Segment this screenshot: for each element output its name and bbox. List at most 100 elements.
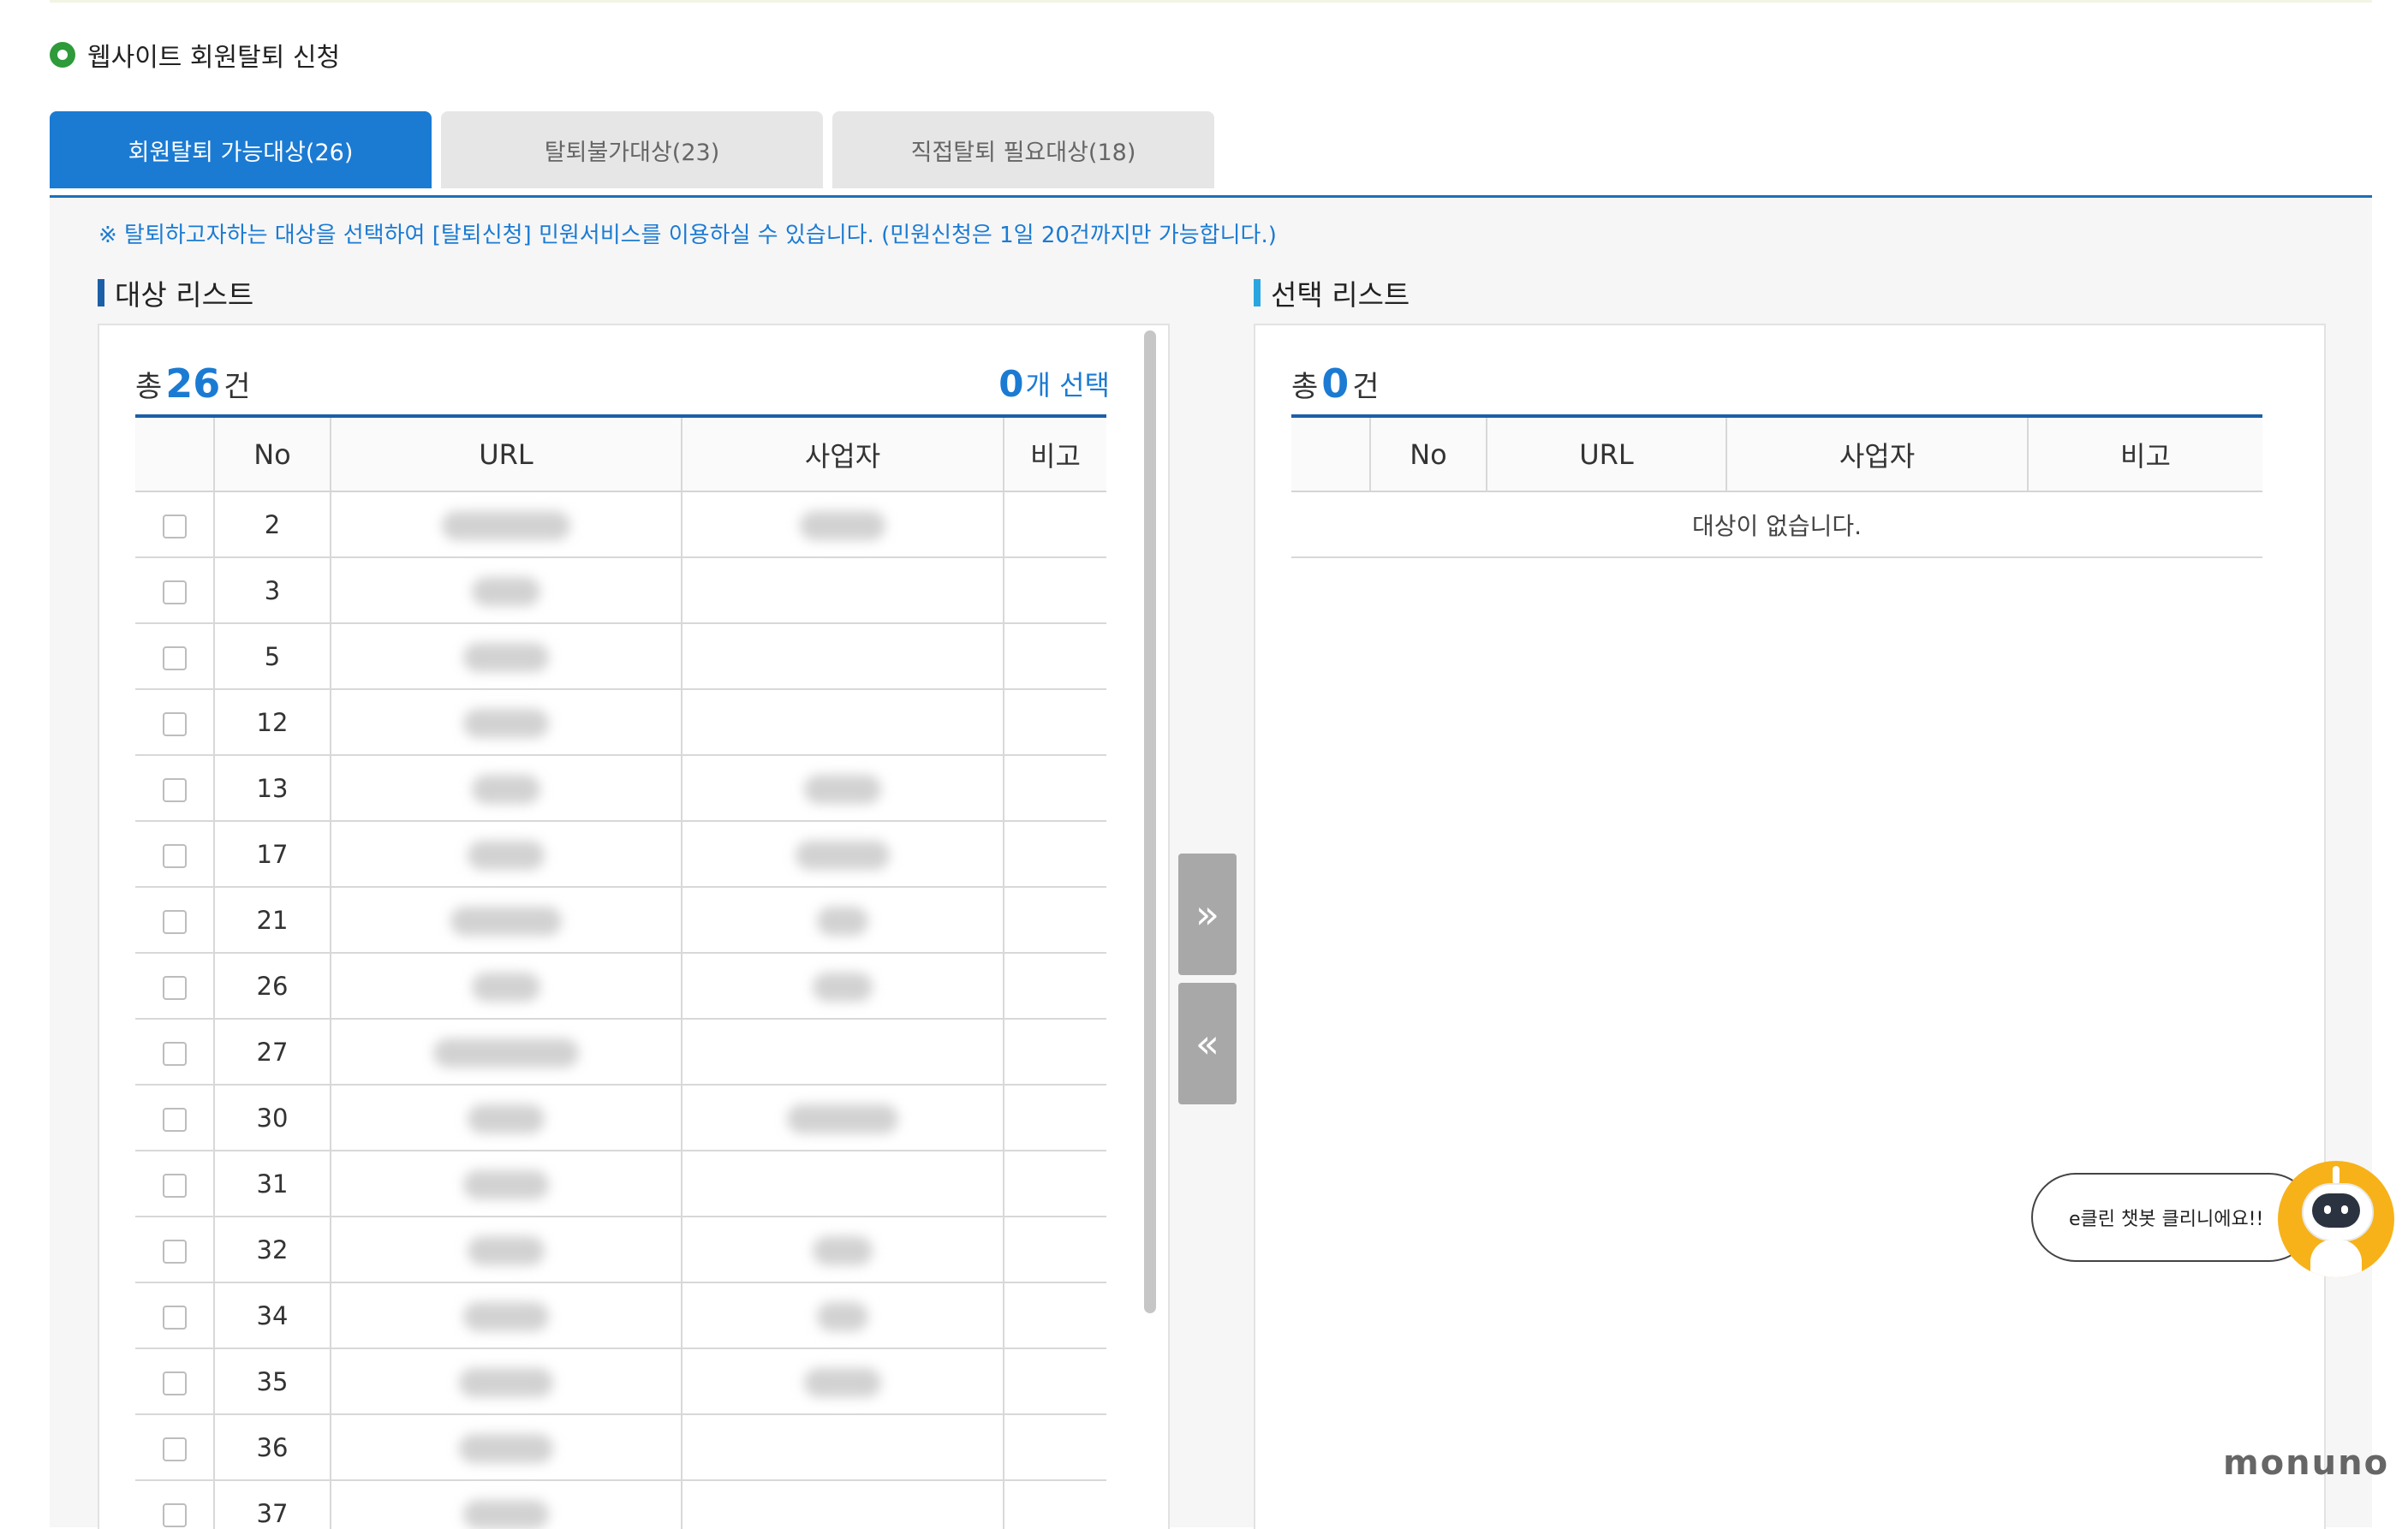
- row-company: [681, 1414, 1004, 1481]
- table-row[interactable]: 26: [135, 953, 1106, 1020]
- total-count: 26: [165, 360, 221, 407]
- row-checkbox-cell: [135, 953, 214, 1020]
- row-no: 32: [213, 1217, 331, 1283]
- row-checkbox[interactable]: [162, 909, 187, 934]
- table-header-row: No URL 사업자 비고: [1291, 414, 2262, 492]
- redacted-url: [463, 708, 549, 738]
- robot-icon[interactable]: [2278, 1161, 2394, 1277]
- redacted-company: [800, 510, 885, 540]
- move-left-button[interactable]: «: [1178, 983, 1237, 1104]
- col-note[interactable]: 비고: [2027, 414, 2262, 492]
- row-note: [1003, 1282, 1106, 1349]
- row-url: [330, 821, 682, 888]
- scrollbar-thumb[interactable]: [1144, 330, 1156, 1313]
- col-no[interactable]: No: [1369, 414, 1487, 492]
- row-url: [330, 1348, 682, 1415]
- row-note: [1003, 755, 1106, 822]
- row-company: [681, 1480, 1004, 1529]
- row-checkbox-cell: [135, 623, 214, 690]
- row-url: [330, 1282, 682, 1349]
- target-table: No URL 사업자 비고 2 3 5 12 13 17 21 26 27 30 31 32 34 35 3…: [135, 414, 1106, 1529]
- row-checkbox-cell: [135, 1414, 214, 1481]
- redacted-url: [450, 906, 562, 936]
- row-url: [330, 623, 682, 690]
- col-url[interactable]: URL: [1486, 414, 1726, 492]
- row-checkbox[interactable]: [162, 1173, 187, 1198]
- row-note: [1003, 821, 1106, 888]
- row-checkbox[interactable]: [162, 1502, 187, 1527]
- row-company: [681, 953, 1004, 1020]
- table-row[interactable]: 2: [135, 491, 1106, 558]
- row-checkbox[interactable]: [162, 843, 187, 868]
- table-row[interactable]: 27: [135, 1019, 1106, 1086]
- row-checkbox-cell: [135, 491, 214, 558]
- selected-list-heading: 선택 리스트: [1254, 272, 1410, 313]
- row-checkbox[interactable]: [162, 777, 187, 802]
- row-checkbox[interactable]: [162, 1239, 187, 1264]
- target-list-title: 대상 리스트: [115, 278, 254, 312]
- col-url[interactable]: URL: [330, 414, 682, 492]
- page-header: 웹사이트 회원탈퇴 신청: [50, 38, 341, 73]
- row-checkbox[interactable]: [162, 1305, 187, 1330]
- row-checkbox[interactable]: [162, 646, 187, 670]
- redacted-url: [468, 1104, 545, 1133]
- redacted-url: [463, 1169, 549, 1199]
- row-checkbox-cell: [135, 821, 214, 888]
- selected-number: 0: [998, 362, 1024, 405]
- move-right-button[interactable]: »: [1178, 854, 1237, 975]
- row-company: [681, 1348, 1004, 1415]
- table-row[interactable]: 3: [135, 557, 1106, 624]
- row-company: [681, 1019, 1004, 1086]
- row-no: 37: [213, 1480, 331, 1529]
- row-checkbox[interactable]: [162, 1371, 187, 1395]
- chatbot-bubble[interactable]: e클린 챗봇 클리니에요!!: [2031, 1173, 2314, 1262]
- redacted-company: [813, 1235, 873, 1265]
- col-company[interactable]: 사업자: [1726, 414, 2028, 492]
- table-row[interactable]: 5: [135, 623, 1106, 690]
- row-url: [330, 887, 682, 954]
- table-row[interactable]: 37: [135, 1480, 1106, 1529]
- table-row[interactable]: 13: [135, 755, 1106, 822]
- redacted-url: [442, 510, 570, 540]
- row-no: 34: [213, 1282, 331, 1349]
- row-checkbox-cell: [135, 689, 214, 756]
- page-title: 웹사이트 회원탈퇴 신청: [87, 43, 341, 73]
- redacted-company: [813, 972, 873, 1002]
- row-note: [1003, 1414, 1106, 1481]
- table-row[interactable]: 35: [135, 1348, 1106, 1415]
- row-checkbox[interactable]: [162, 1437, 187, 1461]
- table-row[interactable]: 30: [135, 1085, 1106, 1151]
- row-company: [681, 623, 1004, 690]
- row-checkbox[interactable]: [162, 580, 187, 604]
- row-no: 2: [213, 491, 331, 558]
- tab-withdrawable[interactable]: 회원탈퇴 가능대상(26): [50, 111, 432, 188]
- table-row[interactable]: 31: [135, 1151, 1106, 1217]
- tab-not-withdrawable[interactable]: 탈퇴불가대상(23): [441, 111, 823, 188]
- row-company: [681, 689, 1004, 756]
- table-row[interactable]: 34: [135, 1282, 1106, 1349]
- table-row[interactable]: 36: [135, 1414, 1106, 1481]
- table-header-row: No URL 사업자 비고: [135, 414, 1106, 492]
- row-checkbox[interactable]: [162, 1041, 187, 1066]
- col-note[interactable]: 비고: [1003, 414, 1106, 492]
- table-row[interactable]: 32: [135, 1217, 1106, 1283]
- table-row[interactable]: 17: [135, 821, 1106, 888]
- row-checkbox[interactable]: [162, 711, 187, 736]
- redacted-url: [463, 1301, 549, 1331]
- row-company: [681, 1282, 1004, 1349]
- row-url: [330, 1217, 682, 1283]
- table-row[interactable]: 12: [135, 689, 1106, 756]
- table-row[interactable]: 21: [135, 887, 1106, 954]
- row-url: [330, 953, 682, 1020]
- row-checkbox[interactable]: [162, 1107, 187, 1132]
- row-url: [330, 1151, 682, 1217]
- row-checkbox[interactable]: [162, 975, 187, 1000]
- row-checkbox-cell: [135, 1348, 214, 1415]
- row-note: [1003, 491, 1106, 558]
- tab-direct-withdrawal[interactable]: 직접탈퇴 필요대상(18): [832, 111, 1214, 188]
- col-company[interactable]: 사업자: [681, 414, 1004, 492]
- row-checkbox[interactable]: [162, 514, 187, 538]
- row-url: [330, 491, 682, 558]
- row-company: [681, 557, 1004, 624]
- col-no[interactable]: No: [213, 414, 331, 492]
